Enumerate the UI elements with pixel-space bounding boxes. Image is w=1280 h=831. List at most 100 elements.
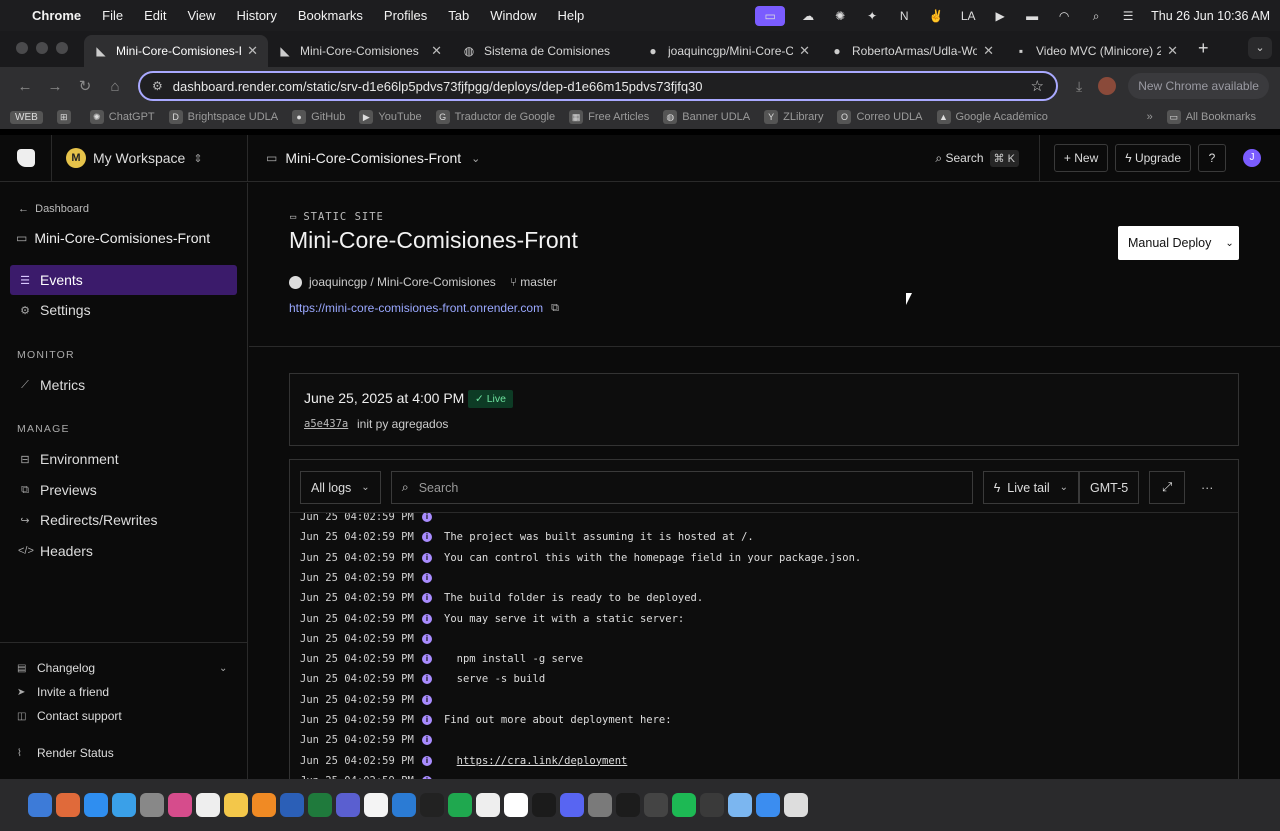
dock-app-icon[interactable] (728, 793, 752, 817)
bookmark-item[interactable]: ▲ Google Académico (936, 110, 1048, 124)
dock-app-icon[interactable] (56, 793, 80, 817)
more-options-button[interactable]: ··· (1185, 471, 1230, 504)
fullscreen-button[interactable]: ⤢ (1149, 471, 1186, 504)
dock-app-icon[interactable] (420, 793, 444, 817)
dock-app-icon[interactable] (112, 793, 136, 817)
contact-support-link[interactable]: ◫ Contact support (17, 709, 122, 723)
download-icon[interactable]: ⤓ (1076, 78, 1082, 95)
branch-name[interactable]: master (520, 275, 557, 289)
new-tab-button[interactable]: + (1198, 38, 1209, 59)
commit-hash-link[interactable]: a5e437a (304, 418, 348, 430)
browser-tab[interactable]: ▪ Video MVC (Minicore) 20 ✕ (1004, 35, 1188, 67)
workspace-switcher[interactable]: M My Workspace ⇕ (52, 134, 248, 182)
dock-app-icon[interactable] (224, 793, 248, 817)
close-window-button[interactable] (16, 42, 28, 54)
menu-tab[interactable]: Tab (448, 8, 469, 23)
sidebar-item-headers[interactable]: </> Headers (10, 536, 237, 566)
more-bookmarks-icon[interactable]: » (1147, 111, 1153, 123)
bookmark-item[interactable]: ● GitHub (292, 110, 345, 124)
extension-status-icon[interactable]: ✦ (863, 9, 881, 23)
update-chrome-button[interactable]: New Chrome available (1128, 73, 1269, 99)
help-button[interactable]: ? (1198, 144, 1226, 172)
dock-app-icon[interactable] (560, 793, 584, 817)
profile-avatar[interactable] (1098, 77, 1117, 95)
dock-app-icon[interactable] (756, 793, 780, 817)
dock-app-icon[interactable] (700, 793, 724, 817)
close-tab-icon[interactable]: ✕ (247, 43, 258, 59)
site-info-icon[interactable]: ⚙ (152, 79, 163, 93)
bookmark-item[interactable]: ▶ YouTube (359, 110, 422, 124)
log-link[interactable]: https://cra.link/deployment (457, 755, 628, 767)
battery-icon[interactable]: ▬ (1023, 9, 1041, 23)
openai-icon[interactable]: ✺ (831, 9, 849, 23)
sidebar-item-previews[interactable]: ⧉ Previews (10, 475, 237, 505)
dock-app-icon[interactable] (504, 793, 528, 817)
close-tab-icon[interactable]: ✕ (431, 43, 442, 59)
dock-app-icon[interactable] (168, 793, 192, 817)
log-filter-dropdown[interactable]: All logs ⌄ (300, 471, 381, 504)
back-to-dashboard-link[interactable]: ← Dashboard (18, 203, 89, 215)
close-tab-icon[interactable]: ✕ (1167, 43, 1178, 59)
upgrade-button[interactable]: ϟ Upgrade (1115, 144, 1191, 172)
wifi-icon[interactable]: ◠ (1055, 9, 1073, 23)
menu-window[interactable]: Window (490, 8, 536, 23)
menu-history[interactable]: History (236, 8, 276, 23)
timezone-button[interactable]: GMT-5 (1079, 471, 1140, 504)
apps-grid-icon[interactable]: ⊞ (56, 110, 76, 124)
screen-record-icon[interactable]: ▭ (755, 5, 786, 26)
menu-bookmarks[interactable]: Bookmarks (298, 8, 363, 23)
service-url-link[interactable]: https://mini-core-comisiones-front.onren… (289, 301, 543, 315)
forward-arrow-icon[interactable]: → (40, 78, 70, 95)
menubar-clock[interactable]: Thu 26 Jun 10:36 AM (1151, 9, 1270, 23)
render-status-link[interactable]: ⌇ Render Status (17, 746, 114, 760)
search-button[interactable]: ⌕ Search ⌘ K (935, 149, 1019, 167)
sidebar-item-environment[interactable]: ⊟ Environment (10, 444, 237, 474)
user-avatar[interactable]: J (1243, 149, 1261, 167)
dock-app-icon[interactable] (448, 793, 472, 817)
bookmark-item[interactable]: ✺ ChatGPT (89, 110, 155, 124)
sidebar-item-redirects[interactable]: ↪ Redirects/Rewrites (10, 505, 237, 535)
url-text[interactable]: dashboard.render.com/static/srv-d1e66lp5… (173, 79, 1031, 94)
zoom-window-button[interactable] (56, 42, 68, 54)
dock-app-icon[interactable] (280, 793, 304, 817)
repo-link[interactable]: joaquincgp / Mini-Core-Comisiones (309, 275, 496, 289)
menu-profiles[interactable]: Profiles (384, 8, 427, 23)
dock-app-icon[interactable] (140, 793, 164, 817)
home-icon[interactable]: ⌂ (100, 78, 130, 95)
spotlight-search-icon[interactable]: ⌕ (1087, 9, 1105, 23)
browser-tab[interactable]: ◣ Mini-Core-Comisiones-Fr ✕ (84, 35, 268, 67)
dock-app-icon[interactable] (672, 793, 696, 817)
service-selector[interactable]: ▭ Mini-Core-Comisiones-Front ⌄ (266, 150, 480, 166)
control-center-icon[interactable]: ☰ (1119, 9, 1137, 23)
live-tail-dropdown[interactable]: ϟ Live tail ⌄ (982, 471, 1080, 504)
close-tab-icon[interactable]: ✕ (799, 43, 810, 59)
log-lines[interactable]: Jun 25 04:02:59 PM i Jun 25 04:02:59 PM i Th… (290, 512, 1238, 779)
dock-app-icon[interactable] (588, 793, 612, 817)
bookmark-star-icon[interactable]: ☆ (1031, 77, 1044, 95)
reload-icon[interactable]: ↻ (70, 77, 100, 95)
render-logo[interactable] (0, 134, 52, 182)
dock-app-icon[interactable] (392, 793, 416, 817)
address-bar[interactable]: ⚙ dashboard.render.com/static/srv-d1e66l… (138, 71, 1058, 101)
dock-app-icon[interactable] (308, 793, 332, 817)
browser-tab[interactable]: ◍ Sistema de Comisiones (452, 35, 636, 67)
manual-deploy-button[interactable]: Manual Deploy ⌄ (1118, 226, 1239, 260)
dock-app-icon[interactable] (364, 793, 388, 817)
menu-file[interactable]: File (102, 8, 123, 23)
minimize-window-button[interactable] (36, 42, 48, 54)
bookmark-item[interactable]: G Traductor de Google (435, 110, 555, 124)
browser-tab[interactable]: ◣ Mini-Core-Comisiones ✕ (268, 35, 452, 67)
menu-view[interactable]: View (187, 8, 215, 23)
bookmark-item[interactable]: ◍ Banner UDLA (663, 110, 750, 124)
back-arrow-icon[interactable]: ← (10, 78, 40, 95)
menu-help[interactable]: Help (558, 8, 585, 23)
new-button[interactable]: + New (1053, 144, 1109, 172)
dock-app-icon[interactable] (28, 793, 52, 817)
menu-edit[interactable]: Edit (144, 8, 166, 23)
bookmark-item[interactable]: Y ZLibrary (764, 110, 823, 124)
bookmark-item[interactable]: WEB (10, 110, 43, 124)
menu-app-name[interactable]: Chrome (32, 8, 81, 23)
sidebar-item-events[interactable]: ☰ Events (10, 265, 237, 295)
dock-app-icon[interactable] (196, 793, 220, 817)
sidebar-item-settings[interactable]: ⚙ Settings (10, 295, 237, 325)
